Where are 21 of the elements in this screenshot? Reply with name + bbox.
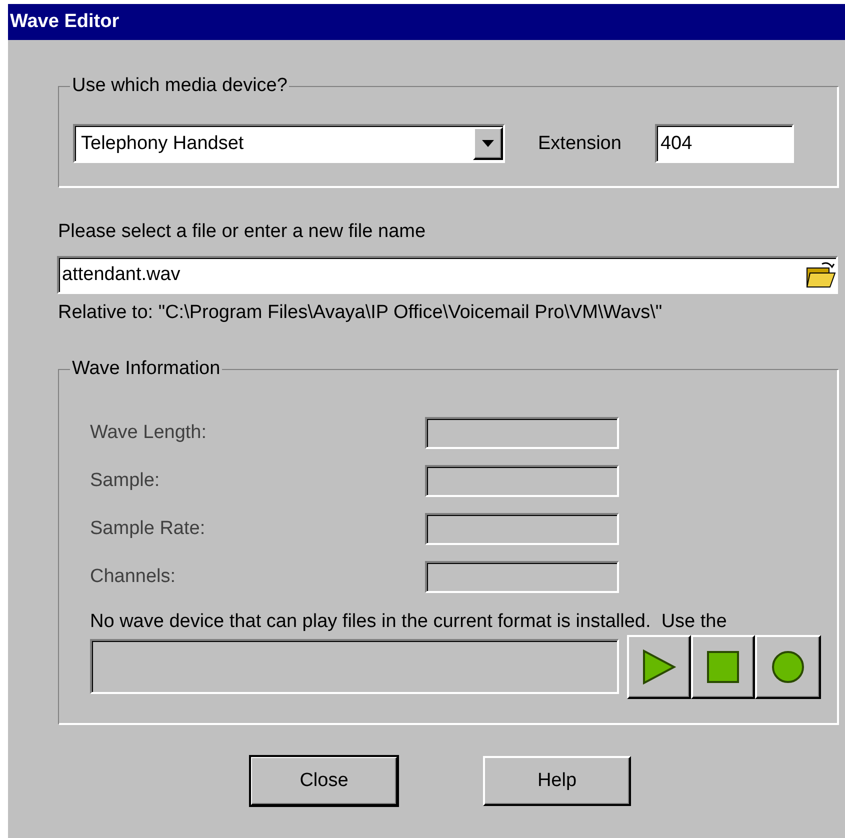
field-label: Sample Rate: [90, 518, 206, 540]
status-message: No wave device that can play files in the current format is installed. Use the [89, 610, 728, 633]
field-label: Wave Length: [90, 422, 208, 444]
window-title: Wave Editor [8, 4, 845, 40]
play-button[interactable] [627, 635, 691, 699]
dialog-button[interactable]: Close [250, 756, 398, 806]
play-icon [642, 649, 676, 685]
stop-icon [707, 651, 739, 683]
field-label: Channels: [90, 566, 177, 588]
extension-field[interactable]: 404 [655, 124, 794, 163]
file-prompt: Please select a file or enter a new file name [58, 221, 427, 243]
record-icon [771, 650, 805, 684]
record-button[interactable] [755, 635, 821, 699]
file-name-field[interactable]: attendant.wav [57, 256, 838, 294]
folder-icon[interactable] [806, 261, 836, 289]
dialog-button[interactable]: Help [483, 756, 631, 806]
device-dropdown[interactable]: Telephony Handset [73, 124, 505, 163]
extension-label: Extension [538, 132, 622, 154]
field-label: Sample: [90, 470, 161, 492]
stop-button[interactable] [691, 635, 755, 699]
relative-path: Relative to: "C:\Program Files\Avaya\IP Office\Voicemail Pro\VM\Wavs\" [58, 302, 664, 324]
